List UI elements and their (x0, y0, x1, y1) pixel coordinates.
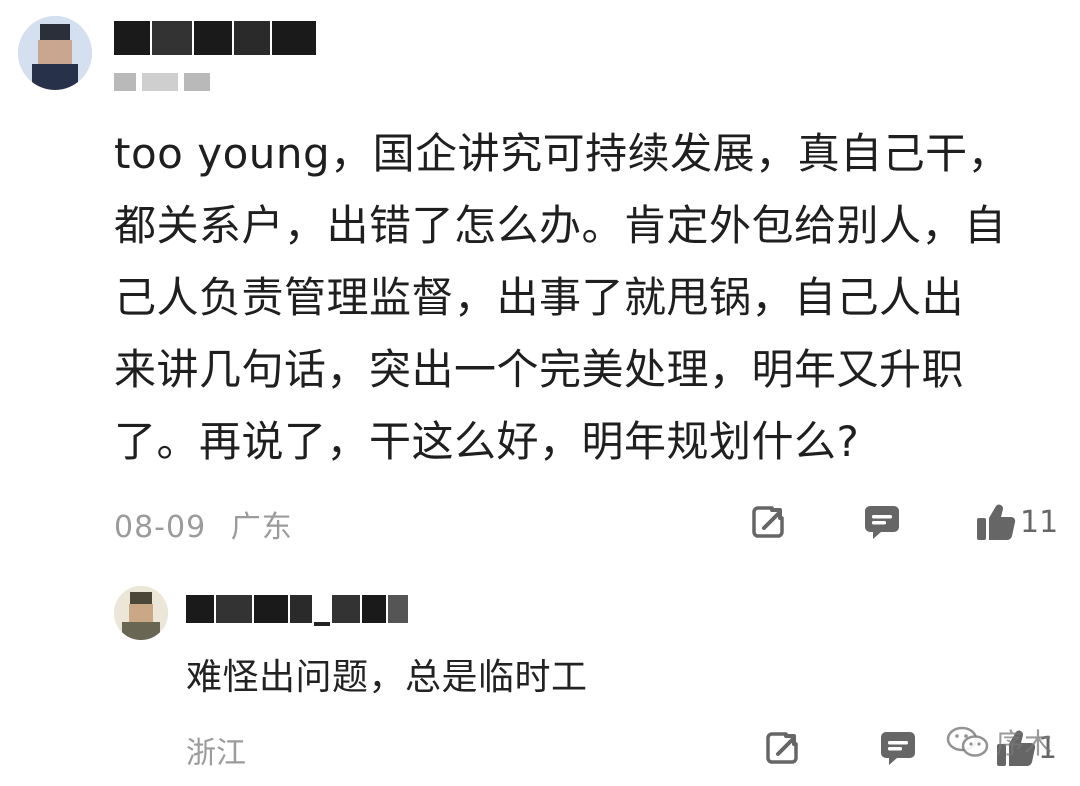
username-blurred[interactable] (114, 18, 316, 58)
watermark-text: 序木 (996, 727, 1053, 760)
reply-share-button[interactable] (762, 728, 802, 768)
reply-location: 浙江 (186, 736, 246, 771)
reply-reply-button[interactable] (878, 728, 918, 768)
reply-avatar[interactable] (114, 586, 168, 640)
reply-button[interactable] (862, 502, 902, 542)
comment-icon (881, 732, 915, 765)
reply-username-blurred[interactable] (186, 592, 408, 626)
share-icon (752, 506, 784, 538)
thumbs-up-icon (977, 504, 1016, 541)
share-icon (766, 732, 798, 764)
comment-date: 08-09 (114, 510, 207, 545)
user-badge-blurred (114, 70, 210, 94)
like-count: 11 (1020, 504, 1059, 540)
comment-icon (865, 506, 899, 539)
comment-meta: 08-09 广东 (114, 502, 293, 546)
reply-text: 难怪出问题，总是临时工 (186, 657, 588, 698)
comment-text: too young，国企讲究可持续发展，真自己干， 都关系户，出错了怎么办。肯定… (114, 129, 1011, 466)
avatar[interactable] (18, 16, 92, 90)
watermark: 序木 (946, 722, 1052, 762)
like-button[interactable]: 11 (976, 500, 1058, 544)
comment-location: 广东 (230, 510, 293, 545)
share-button[interactable] (748, 502, 788, 542)
wechat-icon (946, 726, 989, 757)
